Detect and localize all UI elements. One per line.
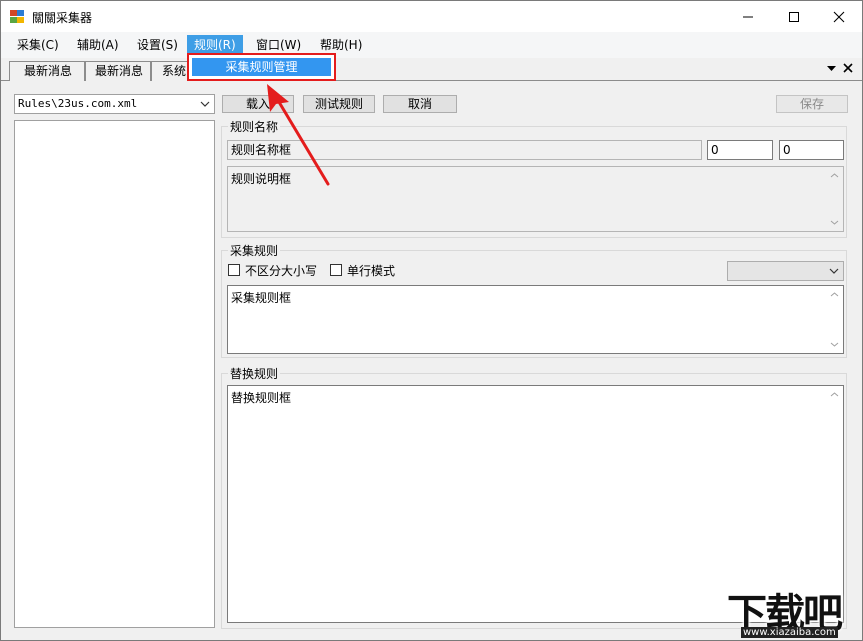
annotation-arrow-icon (267, 84, 330, 186)
watermark-logo: 下载吧 www.xiazaiba.com (723, 581, 861, 640)
menu-item-rule-management[interactable]: 采集规则管理 (192, 58, 331, 76)
rules-dropdown-menu: 采集规则管理 (187, 53, 336, 81)
watermark-url: www.xiazaiba.com (741, 627, 838, 638)
app-window: 關關采集器 采集(C) 辅助(A) 设置(S) 规则(R) 窗口(W) 帮助(H… (0, 0, 863, 641)
